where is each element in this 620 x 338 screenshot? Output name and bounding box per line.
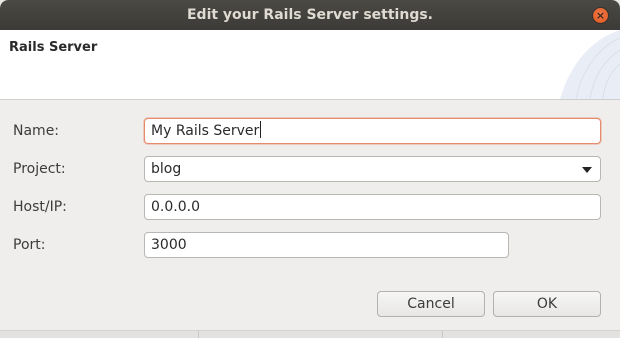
project-select-value: blog (151, 161, 182, 177)
host-label: Host/IP: (13, 199, 67, 215)
close-button[interactable]: × (593, 8, 608, 23)
name-input-value: My Rails Server (151, 123, 260, 139)
host-input-value: 0.0.0.0 (151, 199, 200, 215)
ok-button[interactable]: OK (493, 291, 601, 317)
header-decoration (560, 30, 620, 99)
window-title: Edit your Rails Server settings. (186, 7, 433, 23)
settings-dialog: Edit your Rails Server settings. × Rails… (0, 0, 620, 338)
host-input[interactable]: 0.0.0.0 (144, 194, 601, 220)
form-area: Name: My Rails Server Project: blog Host… (0, 100, 620, 338)
project-select[interactable]: blog (144, 156, 601, 182)
port-label: Port: (13, 237, 46, 253)
title-bar[interactable]: Edit your Rails Server settings. × (0, 0, 620, 30)
name-input[interactable]: My Rails Server (144, 118, 601, 144)
strip-divider (198, 330, 199, 338)
port-input[interactable]: 3000 (144, 232, 509, 258)
dialog-header: Rails Server (0, 30, 620, 100)
dropdown-arrow-icon[interactable] (582, 167, 592, 173)
cancel-button[interactable]: Cancel (377, 291, 485, 317)
header-title: Rails Server (9, 40, 98, 55)
name-label: Name: (13, 123, 60, 139)
bottom-status-strip (0, 330, 620, 338)
strip-divider (442, 330, 443, 338)
port-input-value: 3000 (151, 237, 187, 253)
project-label: Project: (13, 161, 66, 177)
text-cursor (260, 121, 262, 138)
close-icon: × (595, 9, 606, 22)
